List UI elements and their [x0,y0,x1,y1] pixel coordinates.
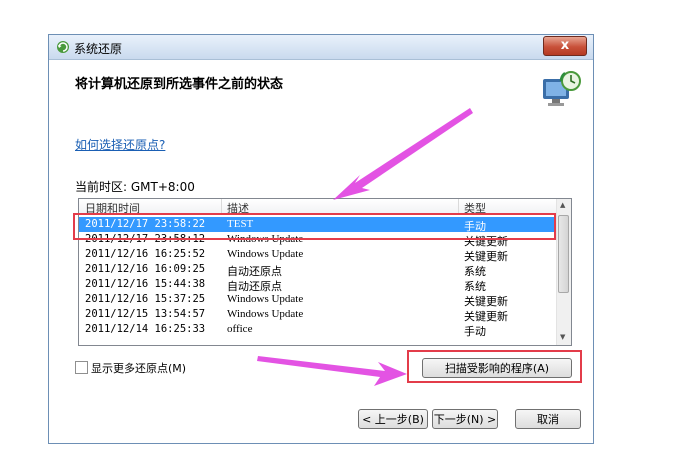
table-row[interactable]: 2011/12/16 15:44:38 自动还原点 系统 [79,277,557,293]
highlight-box-selected-row [73,213,556,240]
page-heading: 将计算机还原到所选事件之前的状态 [75,77,284,92]
help-link[interactable]: 如何选择还原点? [75,136,165,153]
vertical-scrollbar[interactable]: ▲ ▼ [556,199,571,345]
table-row[interactable]: 2011/12/16 15:37:25 Windows Update 关键更新 [79,292,557,308]
title-bar: 系统还原 x [49,35,593,60]
row-date: 2011/12/16 15:44:38 [85,278,206,290]
table-row[interactable]: 2011/12/15 13:54:57 Windows Update 关键更新 [79,307,557,323]
row-date: 2011/12/16 16:25:52 [85,248,206,260]
row-description: Windows Update [227,248,304,260]
table-row[interactable]: 2011/12/16 16:09:25 自动还原点 系统 [79,262,557,278]
highlight-box-scan-button [407,350,582,383]
timezone-label: 当前时区: GMT+8:00 [75,180,195,194]
row-date: 2011/12/15 13:54:57 [85,308,206,320]
system-restore-icon [57,41,69,53]
cancel-button[interactable]: 取消 [515,409,581,429]
table-row[interactable]: 2011/12/16 16:25:52 Windows Update 关键更新 [79,247,557,263]
row-description: office [227,323,253,335]
scroll-down-icon[interactable]: ▼ [560,333,565,341]
row-description: Windows Update [227,293,304,305]
column-separator[interactable] [221,199,222,214]
scroll-thumb[interactable] [558,215,569,293]
row-description: Windows Update [227,308,304,320]
row-date: 2011/12/14 16:25:33 [85,323,206,335]
table-row[interactable]: 2011/12/14 16:25:33 office 手动 [79,322,557,338]
show-more-checkbox[interactable] [75,361,88,374]
show-more-label[interactable]: 显示更多还原点(M) [91,360,186,376]
scroll-up-icon[interactable]: ▲ [560,201,565,209]
close-button[interactable]: x [543,36,587,56]
next-button[interactable]: 下一步(N) > [432,409,498,429]
row-date: 2011/12/16 16:09:25 [85,263,206,275]
restore-monitor-icon [543,71,581,106]
row-type: 手动 [464,325,486,338]
back-button[interactable]: < 上一步(B) [358,409,428,429]
row-date: 2011/12/16 15:37:25 [85,293,206,305]
window-title: 系统还原 [74,42,123,56]
column-separator[interactable] [458,199,459,214]
